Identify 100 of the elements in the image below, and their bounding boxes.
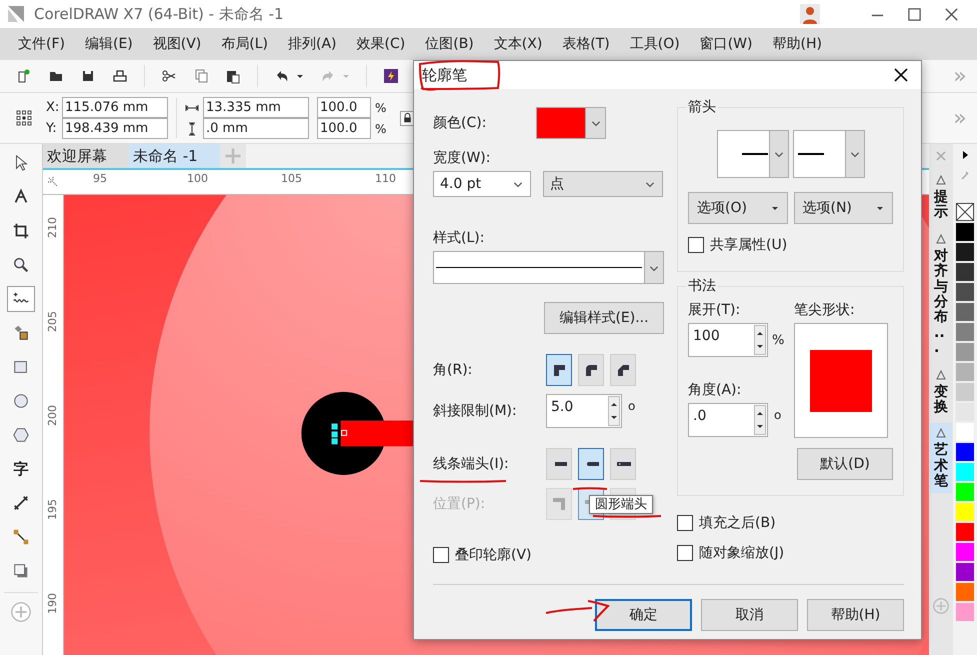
scissors-icon[interactable] <box>161 68 177 84</box>
app-launcher-icon[interactable] <box>383 68 399 84</box>
save-icon[interactable] <box>80 68 96 84</box>
stretch-field[interactable]: 100 <box>688 323 768 357</box>
spinner-arrows-icon[interactable] <box>754 325 766 355</box>
color-swatch[interactable] <box>955 422 975 442</box>
docker-tab[interactable]: 变换 <box>930 364 952 420</box>
docker-tab[interactable]: 提示 <box>930 170 952 225</box>
user-avatar-icon[interactable] <box>800 4 820 24</box>
group-title: 书法 <box>686 277 718 295</box>
miter-limit-field[interactable]: 5.0 <box>546 394 622 428</box>
menu-item[interactable]: 效果(C) <box>356 35 406 53</box>
checkbox[interactable] <box>433 547 449 563</box>
menu-item[interactable]: 编辑(E) <box>84 35 133 53</box>
close-icon[interactable] <box>944 6 959 22</box>
color-swatch[interactable] <box>955 382 975 402</box>
ruler-origin-icon[interactable] <box>47 176 59 188</box>
tool-button[interactable]: 字 <box>7 456 35 482</box>
color-swatch[interactable] <box>955 222 975 242</box>
corner-option[interactable] <box>546 354 572 386</box>
color-swatch[interactable] <box>955 602 975 622</box>
caret-icon[interactable] <box>296 72 304 80</box>
nib-preview[interactable] <box>794 323 888 438</box>
ruler-label: 95 <box>93 172 107 185</box>
spinner-arrows-icon[interactable] <box>608 396 620 426</box>
y-position-field[interactable]: 198.439 mm <box>62 118 168 139</box>
checkbox[interactable] <box>677 515 693 531</box>
color-swatch[interactable] <box>955 582 975 602</box>
color-swatch[interactable] <box>955 562 975 582</box>
default-button[interactable]: 默认(D) <box>797 448 893 480</box>
printer-icon[interactable] <box>112 68 128 84</box>
crop-tool-icon <box>12 222 30 240</box>
reference-point-icon[interactable] <box>16 110 32 126</box>
docker-tab-icon <box>935 368 947 381</box>
color-swatch[interactable] <box>955 502 975 522</box>
menu-item[interactable]: 排列(A) <box>288 35 337 53</box>
docker-tab[interactable]: 对齐与分布... <box>930 228 952 361</box>
checkbox[interactable] <box>688 237 704 253</box>
options-dropdown-button[interactable]: 选项(N) <box>794 192 893 224</box>
color-swatch[interactable] <box>955 282 975 302</box>
connector-tool-icon <box>12 528 30 546</box>
color-swatch[interactable] <box>955 362 975 382</box>
stretch-label: 展开(T): <box>688 301 742 319</box>
dialog-button[interactable]: 帮助(H) <box>807 599 904 631</box>
color-picker[interactable] <box>536 107 606 139</box>
spinner-arrows-icon[interactable] <box>754 405 766 435</box>
document-tab[interactable]: 未命名 -1 <box>129 144 220 168</box>
color-swatch[interactable] <box>955 322 975 342</box>
scroll-arrow-icon[interactable] <box>960 150 970 160</box>
edit-style-button[interactable]: 编辑样式(E)... <box>544 302 664 334</box>
docker-tab-icon <box>935 174 947 186</box>
options-dropdown-button[interactable]: 选项(O) <box>688 192 788 224</box>
menu-item[interactable]: 工具(O) <box>630 35 680 53</box>
unit-dropdown[interactable]: 点 <box>543 171 663 197</box>
maximize-icon[interactable] <box>907 6 922 22</box>
dialog-button[interactable]: 取消 <box>701 599 798 631</box>
new-document-icon[interactable] <box>16 68 32 84</box>
clipboard-icon[interactable] <box>225 68 241 84</box>
start-arrow-dropdown[interactable] <box>716 130 788 178</box>
color-swatch[interactable] <box>955 342 975 362</box>
color-swatch[interactable] <box>955 402 975 422</box>
scale-x-field[interactable]: 100.0 <box>317 97 371 118</box>
color-swatch[interactable] <box>955 542 975 562</box>
menu-item[interactable]: 表格(T) <box>562 35 610 53</box>
lock-icon[interactable] <box>400 110 416 126</box>
position-icon <box>551 496 567 512</box>
docker-tab[interactable]: 艺术笔 <box>930 423 952 494</box>
scale-y-field[interactable]: 100.0 <box>317 118 371 139</box>
document-tab[interactable]: 欢迎屏幕 <box>43 144 129 168</box>
checkbox[interactable] <box>677 545 693 561</box>
menu-item[interactable]: 窗口(W) <box>700 35 752 53</box>
no-color-swatch[interactable] <box>955 202 975 222</box>
height-field[interactable]: .0 mm <box>203 118 309 139</box>
color-swatch[interactable] <box>955 482 975 502</box>
menu-item[interactable]: 位图(B) <box>425 35 474 53</box>
color-swatch[interactable] <box>955 302 975 322</box>
line-preview-icon <box>742 153 768 155</box>
color-swatch[interactable] <box>955 462 975 482</box>
menu-item[interactable]: 文本(X) <box>494 35 542 53</box>
docker-tab-icon <box>935 232 947 245</box>
color-swatch[interactable] <box>955 522 975 542</box>
ruler-label: 100 <box>187 172 208 185</box>
color-swatch[interactable] <box>955 442 975 462</box>
menu-item[interactable]: 视图(V) <box>152 35 202 53</box>
width-field[interactable]: 13.335 mm <box>203 97 309 118</box>
line-style-dropdown[interactable] <box>433 251 664 284</box>
width-dropdown[interactable]: 4.0 pt <box>433 171 531 197</box>
angle-field[interactable]: .0 <box>688 403 768 437</box>
copy-icon[interactable] <box>193 68 209 84</box>
x-position-field[interactable]: 115.076 mm <box>62 97 168 118</box>
menu-item[interactable]: 文件(F) <box>18 35 65 53</box>
corner-icon <box>583 362 599 378</box>
menu-item[interactable]: 布局(L) <box>221 35 268 53</box>
color-swatch[interactable] <box>955 262 975 282</box>
tool-button[interactable] <box>7 286 35 312</box>
dialog-button[interactable]: 确定 <box>595 599 692 631</box>
close-icon[interactable] <box>893 67 909 83</box>
color-swatch[interactable] <box>955 242 975 262</box>
line-cap-option[interactable] <box>578 448 604 480</box>
menu-item[interactable]: 帮助(H) <box>772 35 822 53</box>
